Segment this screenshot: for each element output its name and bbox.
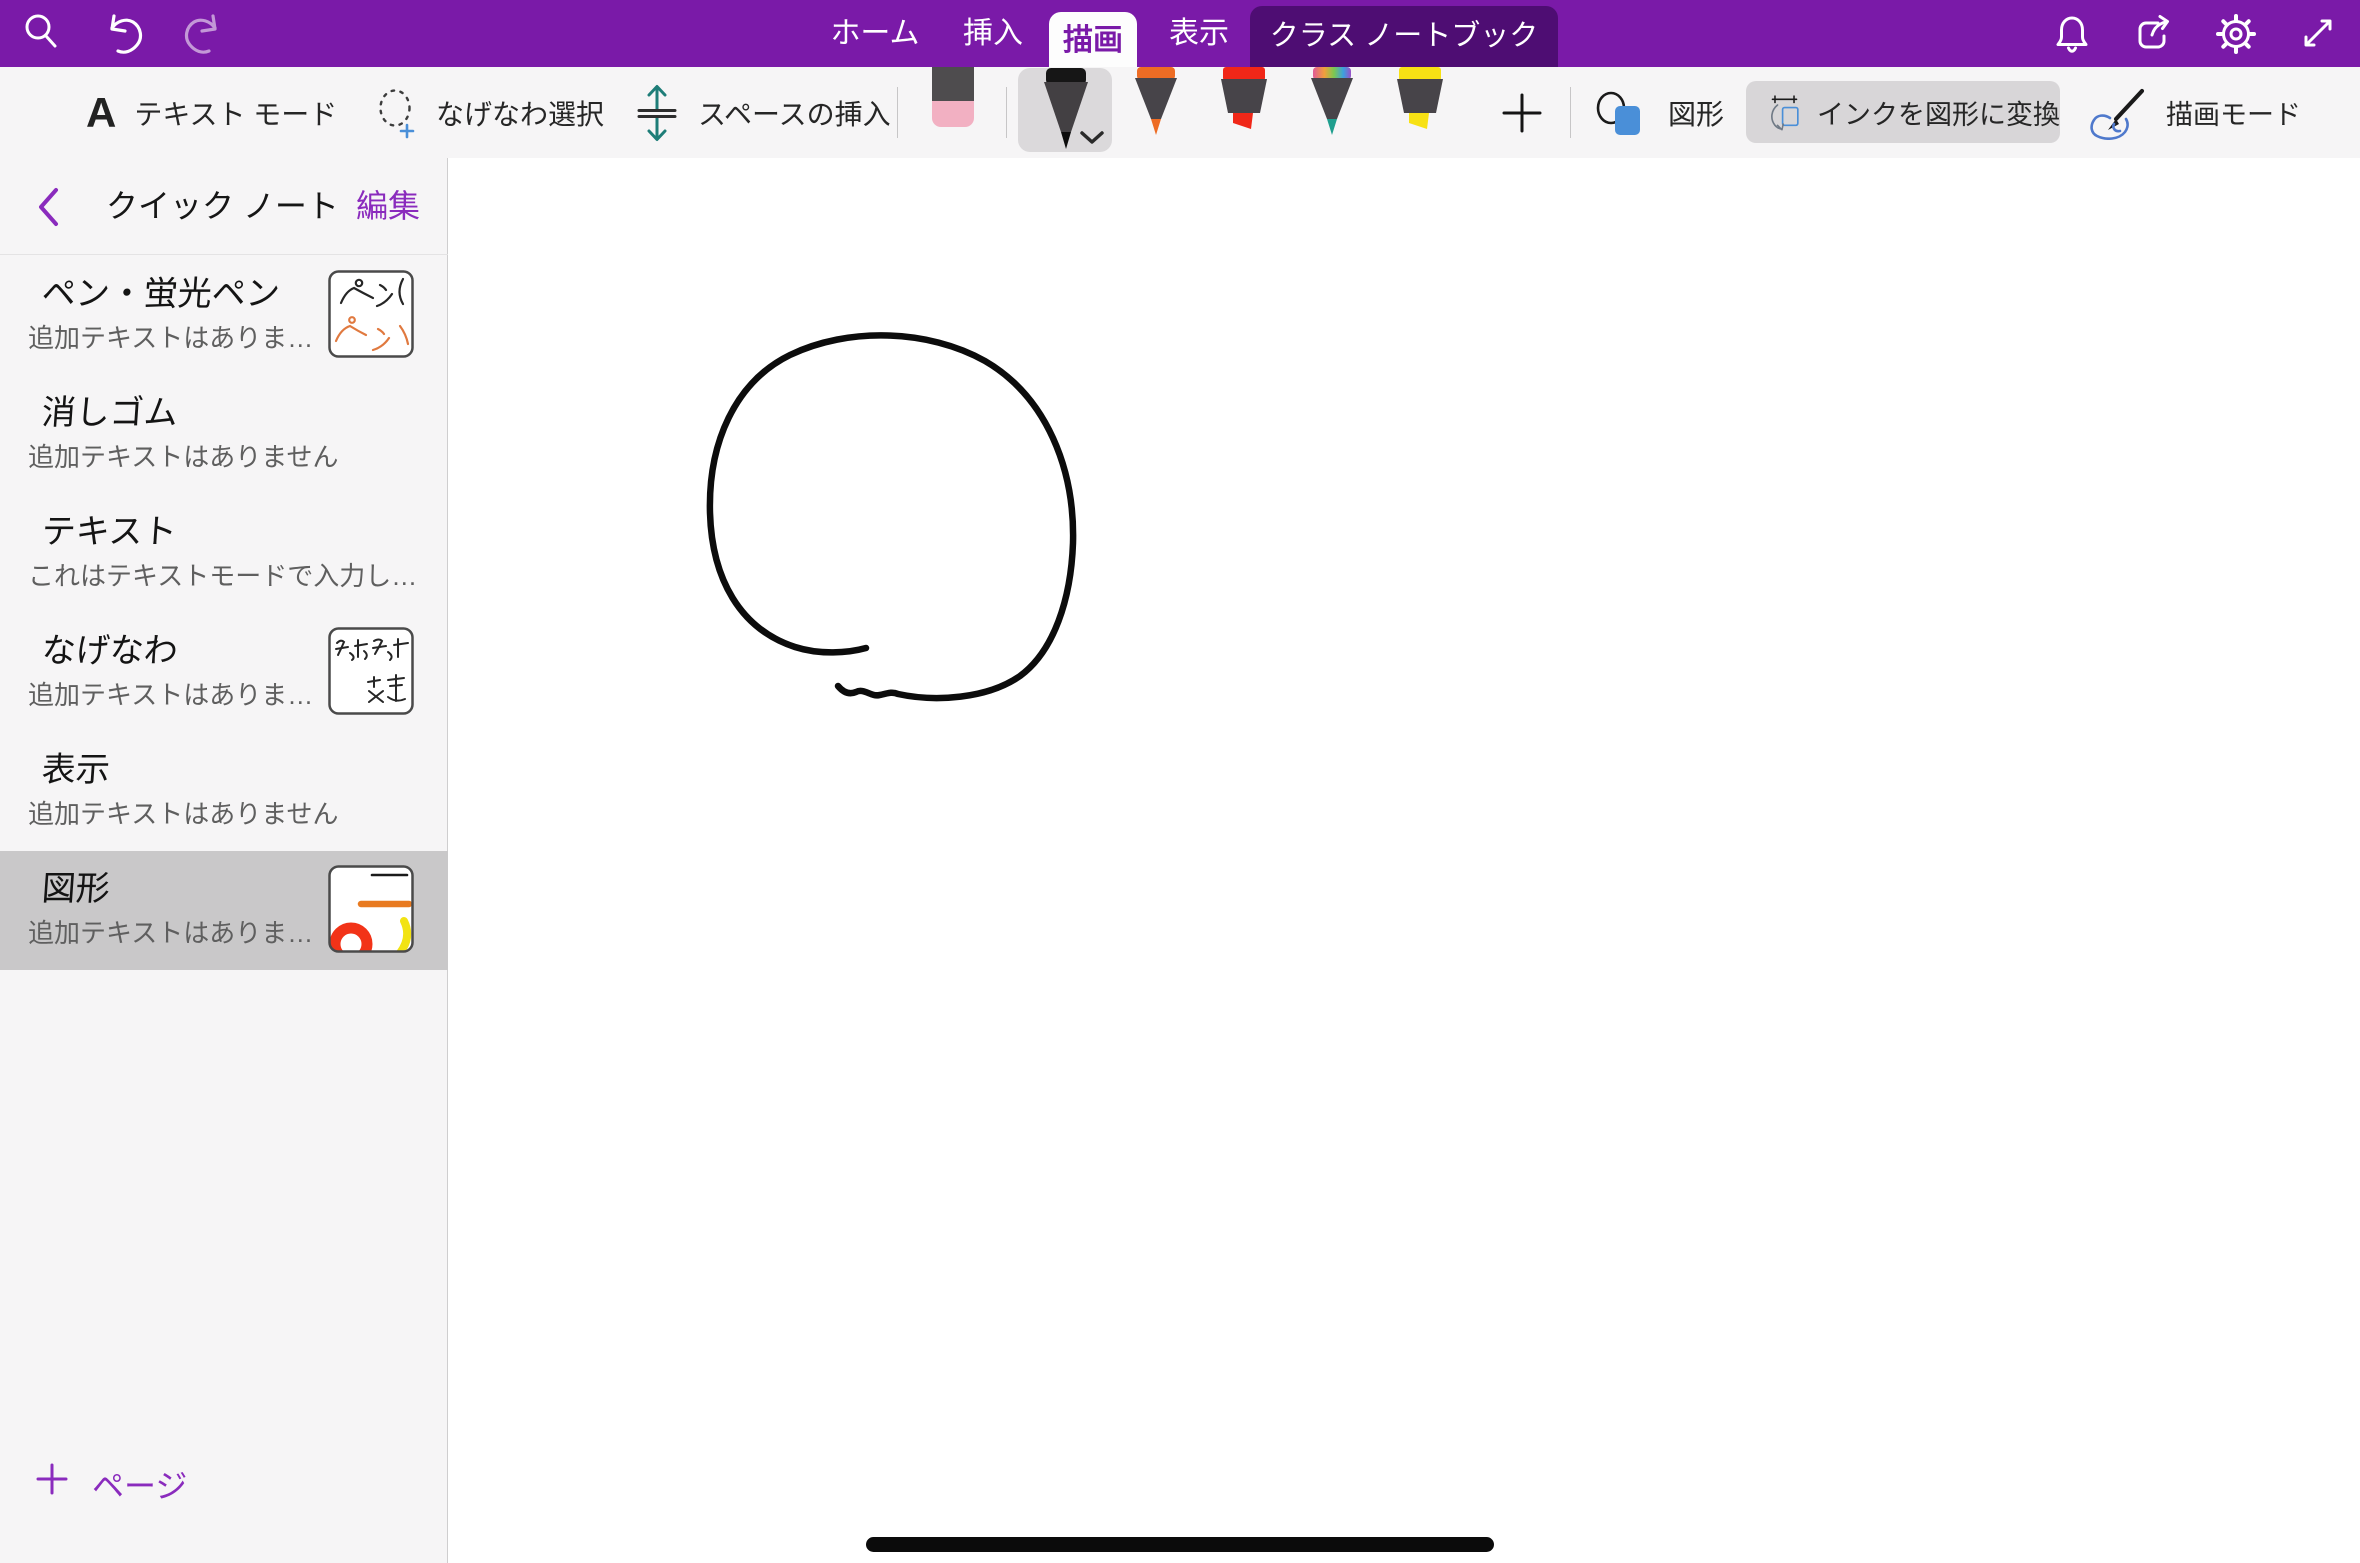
page-subtitle: 追加テキストはありません bbox=[28, 794, 338, 831]
page-list-item[interactable]: なげなわ 追加テキストはありま… bbox=[0, 613, 448, 732]
yellow-highlighter-tool[interactable] bbox=[1396, 67, 1444, 137]
notebook-section-title: クイック ノート bbox=[106, 158, 326, 255]
note-drawing-canvas[interactable] bbox=[448, 158, 2360, 1563]
draw-toolbar: A テキスト モード なげなわ選択 スペースの挿入 bbox=[0, 67, 2360, 159]
toolbar-divider bbox=[1570, 87, 1571, 138]
page-list-item[interactable]: 消しゴム 追加テキストはありません bbox=[0, 375, 448, 494]
page-list-item[interactable]: ペン・蛍光ペン 追加テキストはありま… bbox=[0, 256, 448, 375]
lasso-icon bbox=[376, 87, 418, 139]
page-list-item[interactable]: 表示 追加テキストはありません bbox=[0, 732, 448, 851]
galaxy-pen-tool[interactable] bbox=[1308, 67, 1356, 139]
add-page-label: ページ bbox=[92, 1461, 187, 1507]
chevron-down-icon[interactable] bbox=[1080, 131, 1104, 145]
plus-icon bbox=[36, 1463, 68, 1495]
lasso-select-label: なげなわ選択 bbox=[436, 93, 604, 133]
fullscreen-expand-icon[interactable] bbox=[2296, 11, 2340, 55]
add-pen-plus-icon[interactable] bbox=[1500, 91, 1544, 135]
page-title-handwritten: 表示 bbox=[40, 742, 111, 791]
insert-space-label: スペースの挿入 bbox=[698, 93, 891, 133]
share-icon[interactable] bbox=[2132, 11, 2176, 55]
home-indicator-bar[interactable] bbox=[866, 1537, 1494, 1552]
notifications-bell-icon[interactable] bbox=[2050, 11, 2094, 55]
black-pen-tool-selected[interactable] bbox=[1018, 68, 1112, 152]
text-mode-label: テキスト モード bbox=[134, 93, 337, 133]
add-page-button[interactable]: ページ bbox=[0, 1455, 448, 1515]
back-chevron-icon[interactable] bbox=[36, 187, 60, 227]
page-title-handwritten: 消しゴム bbox=[40, 385, 179, 434]
shapes-button[interactable]: 図形 bbox=[1594, 67, 1724, 158]
page-title-handwritten: なげなわ bbox=[40, 623, 179, 672]
hand-drawn-circle-ink bbox=[690, 325, 1090, 715]
page-title-handwritten: 図形 bbox=[40, 861, 111, 910]
page-title-handwritten: ペン・蛍光ペン bbox=[40, 266, 281, 315]
undo-icon[interactable] bbox=[100, 11, 144, 55]
tab-view[interactable]: 表示 bbox=[1146, 0, 1252, 67]
toolbar-divider bbox=[1006, 87, 1007, 138]
page-list-item-selected[interactable]: 図形 追加テキストはありま… bbox=[0, 851, 448, 970]
page-thumbnail bbox=[328, 865, 414, 953]
tab-class-notebook[interactable]: クラス ノートブック bbox=[1250, 6, 1558, 67]
draw-mode-hand-pen-icon bbox=[2086, 86, 2148, 140]
insert-space-icon bbox=[634, 82, 680, 144]
insert-space-button[interactable]: スペースの挿入 bbox=[634, 67, 891, 158]
toolbar-divider bbox=[897, 87, 898, 138]
page-title-handwritten: テキスト bbox=[40, 504, 178, 553]
ink-to-shape-icon bbox=[1768, 83, 1801, 141]
draw-mode-label: 描画モード bbox=[2166, 93, 2301, 132]
tab-draw-selected[interactable]: 描画 bbox=[1049, 12, 1137, 67]
redo-icon[interactable] bbox=[183, 11, 227, 55]
tab-home[interactable]: ホーム bbox=[820, 0, 930, 67]
shapes-label: 図形 bbox=[1668, 93, 1724, 133]
top-app-bar: ホーム 挿入 描画 表示 クラス ノートブック bbox=[0, 0, 2360, 67]
lasso-select-button[interactable]: なげなわ選択 bbox=[376, 67, 604, 158]
page-subtitle: 追加テキストはありません bbox=[28, 437, 338, 474]
page-thumbnail bbox=[328, 270, 414, 358]
page-subtitle: 追加テキストはありま… bbox=[28, 318, 313, 355]
page-subtitle: 追加テキストはありま… bbox=[28, 913, 313, 950]
page-thumbnail bbox=[328, 627, 414, 715]
edit-button[interactable]: 編集 bbox=[356, 158, 420, 255]
search-icon[interactable] bbox=[20, 11, 64, 55]
ink-to-shape-button[interactable]: インクを図形に変換 bbox=[1746, 81, 2060, 143]
page-subtitle: これはテキストモードで入力し… bbox=[28, 556, 417, 593]
onenote-app: ホーム 挿入 描画 表示 クラス ノートブック bbox=[0, 0, 2360, 1563]
sidebar-header: クイック ノート 編集 bbox=[0, 158, 448, 255]
eraser-tool[interactable] bbox=[930, 67, 976, 129]
orange-pen-tool[interactable] bbox=[1132, 67, 1180, 139]
text-mode-button[interactable]: A テキスト モード bbox=[86, 67, 337, 158]
settings-gear-icon[interactable] bbox=[2214, 11, 2258, 55]
page-list-sidebar: クイック ノート 編集 ペン・蛍光ペン 追加テキストはありま… bbox=[0, 158, 448, 1563]
page-subtitle: 追加テキストはありま… bbox=[28, 675, 313, 712]
shapes-icon bbox=[1594, 89, 1650, 137]
text-mode-a-icon: A bbox=[86, 92, 116, 134]
page-list-item[interactable]: テキスト これはテキストモードで入力し… bbox=[0, 494, 448, 613]
ink-to-shape-label: インクを図形に変換 bbox=[1817, 93, 2060, 132]
draw-mode-button[interactable]: 描画モード bbox=[2086, 67, 2301, 158]
red-highlighter-tool[interactable] bbox=[1220, 67, 1268, 137]
tab-insert[interactable]: 挿入 bbox=[940, 0, 1046, 67]
